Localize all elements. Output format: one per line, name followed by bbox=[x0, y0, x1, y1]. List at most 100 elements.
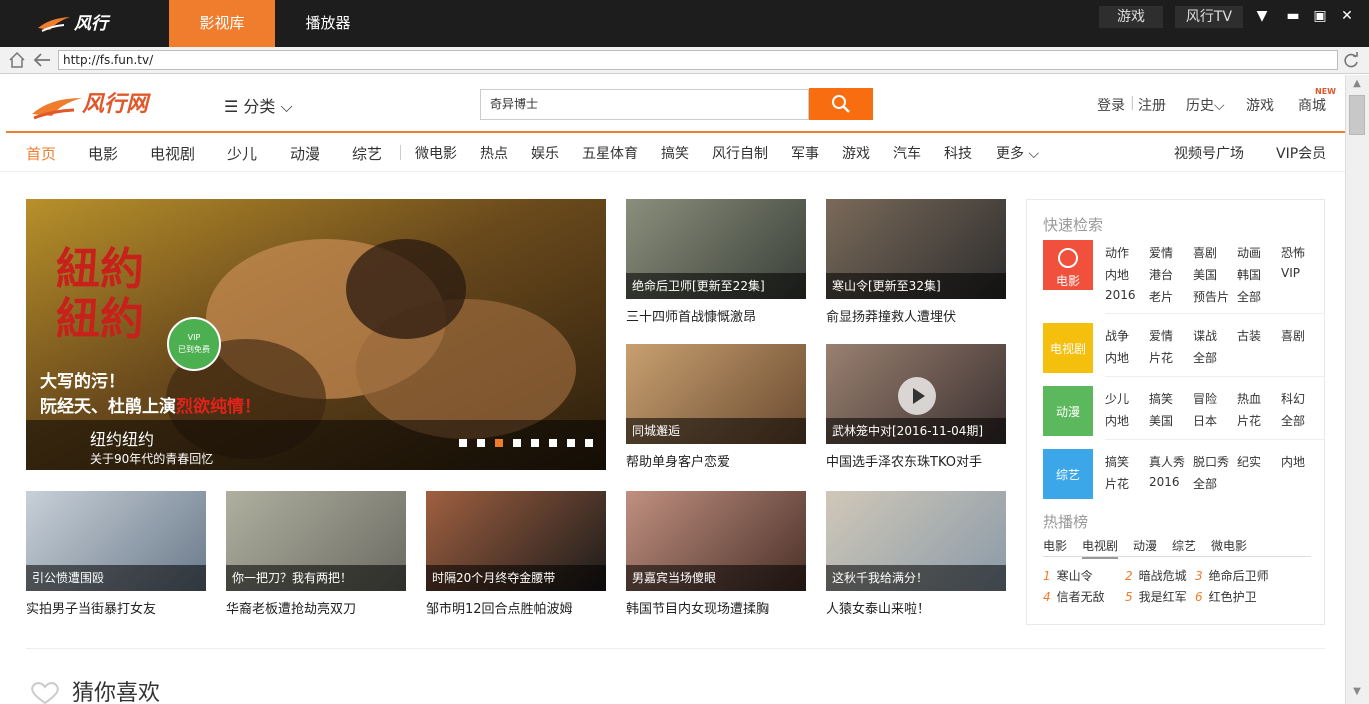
minimize-icon[interactable]: ▬ bbox=[1281, 4, 1305, 28]
hot-list-tab[interactable]: 电影 bbox=[1043, 537, 1067, 554]
video-title[interactable]: 实拍男子当街暴打女友 bbox=[26, 598, 156, 617]
quick-search-tag[interactable]: 喜剧 bbox=[1281, 327, 1305, 344]
refresh-icon[interactable] bbox=[1342, 51, 1360, 69]
nav-movie[interactable]: 电影 bbox=[88, 143, 118, 164]
video-card[interactable]: 绝命后卫师[更新至22集] 三十四师首战慷慨激昂 bbox=[626, 199, 806, 329]
close-icon[interactable]: ✕ bbox=[1335, 4, 1359, 28]
quick-search-tag[interactable]: 内地 bbox=[1281, 453, 1305, 470]
quick-search-tag[interactable]: 少儿 bbox=[1105, 390, 1129, 407]
nav-funny[interactable]: 搞笑 bbox=[661, 143, 689, 163]
video-thumbnail[interactable]: 绝命后卫师[更新至22集] bbox=[626, 199, 806, 299]
page-scrollbar[interactable]: ▲ ▼ bbox=[1345, 75, 1369, 704]
quick-search-tag[interactable]: 内地 bbox=[1105, 266, 1129, 283]
nav-variety[interactable]: 综艺 bbox=[352, 143, 382, 164]
back-arrow-icon[interactable] bbox=[32, 51, 52, 69]
hot-list-item[interactable]: 4 信者无敌 bbox=[1043, 588, 1105, 605]
video-thumbnail[interactable]: 这秋千我给满分！ bbox=[826, 491, 1006, 591]
register-link[interactable]: 注册 bbox=[1138, 95, 1166, 115]
video-thumbnail[interactable]: 武林笼中对[2016-11-04期] bbox=[826, 344, 1006, 444]
carousel-dot[interactable] bbox=[477, 439, 485, 447]
nav-military[interactable]: 军事 bbox=[791, 143, 819, 163]
quick-search-tag[interactable]: 片花 bbox=[1237, 412, 1261, 429]
quick-search-tag[interactable]: 韩国 bbox=[1237, 266, 1261, 283]
hot-list-item[interactable]: 2 暗战危城 bbox=[1125, 567, 1187, 584]
quick-search-tag[interactable]: 全部 bbox=[1193, 475, 1217, 492]
hot-list-tab[interactable]: 微电影 bbox=[1211, 537, 1247, 554]
quick-search-tag[interactable]: 搞笑 bbox=[1149, 390, 1173, 407]
quick-search-tag[interactable]: 老片 bbox=[1149, 288, 1173, 305]
play-icon[interactable] bbox=[898, 377, 936, 415]
quick-search-tag[interactable]: 2016 bbox=[1105, 288, 1136, 302]
url-input[interactable]: http://fs.fun.tv/ bbox=[58, 50, 1338, 70]
quick-search-tag[interactable]: 科幻 bbox=[1281, 390, 1305, 407]
quick-search-tag[interactable]: 2016 bbox=[1149, 475, 1180, 489]
video-title[interactable]: 俞显扬莽撞救人遭埋伏 bbox=[826, 306, 956, 325]
tab-library[interactable]: 影视库 bbox=[169, 0, 275, 47]
quick-search-tag[interactable]: 内地 bbox=[1105, 349, 1129, 366]
nav-kids[interactable]: 少儿 bbox=[227, 143, 257, 164]
hot-list-tab[interactable]: 综艺 bbox=[1172, 537, 1196, 554]
quick-search-tag[interactable]: 恐怖 bbox=[1281, 244, 1305, 261]
video-thumbnail[interactable]: 男嘉宾当场傻眼 bbox=[626, 491, 806, 591]
quick-search-tag[interactable]: 全部 bbox=[1193, 349, 1217, 366]
video-title[interactable]: 中国选手泽农东珠TKO对手 bbox=[826, 451, 982, 470]
games-link[interactable]: 游戏 bbox=[1246, 95, 1274, 115]
quick-search-tag[interactable]: 真人秀 bbox=[1149, 453, 1185, 470]
category-tile[interactable]: 电影 bbox=[1043, 240, 1093, 290]
carousel-dot[interactable] bbox=[513, 439, 521, 447]
quick-search-tag[interactable]: 内地 bbox=[1105, 412, 1129, 429]
quick-search-tag[interactable]: 爱情 bbox=[1149, 327, 1173, 344]
video-title[interactable]: 人猿女泰山来啦！ bbox=[826, 598, 930, 617]
video-card[interactable]: 同城邂逅 帮助单身客户恋爱 bbox=[626, 344, 806, 474]
nav-vip[interactable]: VIP会员 bbox=[1276, 143, 1326, 163]
nav-entertainment[interactable]: 娱乐 bbox=[531, 143, 559, 163]
nav-more[interactable]: 更多 ⌵ bbox=[996, 143, 1039, 163]
category-tile[interactable]: 电视剧 bbox=[1043, 323, 1093, 373]
video-title[interactable]: 三十四师首战慷慨激昂 bbox=[626, 306, 756, 325]
quick-search-tag[interactable]: 冒险 bbox=[1193, 390, 1217, 407]
tab-player[interactable]: 播放器 bbox=[275, 0, 381, 47]
game-button[interactable]: 游戏 bbox=[1099, 6, 1163, 28]
scroll-up-icon[interactable]: ▲ bbox=[1350, 77, 1364, 91]
nav-cars[interactable]: 汽车 bbox=[893, 143, 921, 163]
quick-search-tag[interactable]: 喜剧 bbox=[1193, 244, 1217, 261]
video-card[interactable]: 寒山令[更新至32集] 俞显扬莽撞救人遭埋伏 bbox=[826, 199, 1006, 329]
nav-hot[interactable]: 热点 bbox=[480, 143, 508, 163]
search-button[interactable] bbox=[809, 88, 873, 120]
nav-video-square[interactable]: 视频号广场 bbox=[1174, 143, 1244, 163]
hot-list-item[interactable]: 6 红色护卫 bbox=[1195, 588, 1257, 605]
hot-list-item[interactable]: 5 我是红军 bbox=[1125, 588, 1187, 605]
video-thumbnail[interactable]: 时隔20个月终夺金腰带 bbox=[426, 491, 606, 591]
quick-search-tag[interactable]: 谍战 bbox=[1193, 327, 1217, 344]
quick-search-tag[interactable]: 古装 bbox=[1237, 327, 1261, 344]
quick-search-tag[interactable]: 全部 bbox=[1237, 288, 1261, 305]
quick-search-tag[interactable]: 动画 bbox=[1237, 244, 1261, 261]
login-link[interactable]: 登录 bbox=[1097, 95, 1125, 115]
quick-search-tag[interactable]: 纪实 bbox=[1237, 453, 1261, 470]
scroll-down-icon[interactable]: ▼ bbox=[1350, 685, 1364, 699]
video-card[interactable]: 你一把刀？我有两把！ 华裔老板遭抢劫亮双刀 bbox=[226, 491, 406, 621]
site-logo[interactable]: 风行网 bbox=[30, 88, 180, 122]
carousel-dot[interactable] bbox=[531, 439, 539, 447]
quick-search-tag[interactable]: 港台 bbox=[1149, 266, 1173, 283]
category-tile[interactable]: 综艺 bbox=[1043, 449, 1093, 499]
hero-banner[interactable]: 紐約 紐約 VIP 已到免费 大写的污！ 阮经天、杜鹃上演烈欲纯情！ 纽约纽约 … bbox=[26, 199, 606, 470]
quick-search-tag[interactable]: 搞笑 bbox=[1105, 453, 1129, 470]
home-icon[interactable] bbox=[8, 51, 26, 69]
menu-dropdown-icon[interactable]: ▼ bbox=[1250, 4, 1274, 28]
nav-micro-film[interactable]: 微电影 bbox=[415, 143, 457, 163]
maximize-icon[interactable]: ▣ bbox=[1308, 4, 1332, 28]
quick-search-tag[interactable]: 美国 bbox=[1149, 412, 1173, 429]
quick-search-tag[interactable]: 预告片 bbox=[1193, 288, 1229, 305]
history-link[interactable]: 历史⌵ bbox=[1186, 95, 1225, 115]
video-thumbnail[interactable]: 同城邂逅 bbox=[626, 344, 806, 444]
carousel-dot[interactable] bbox=[567, 439, 575, 447]
nav-sports[interactable]: 五星体育 bbox=[582, 143, 638, 163]
video-thumbnail[interactable]: 寒山令[更新至32集] bbox=[826, 199, 1006, 299]
mall-link[interactable]: 商城 bbox=[1298, 95, 1326, 115]
quick-search-tag[interactable]: 片花 bbox=[1105, 475, 1129, 492]
nav-tv[interactable]: 电视剧 bbox=[150, 143, 195, 164]
quick-search-tag[interactable]: 日本 bbox=[1193, 412, 1217, 429]
quick-search-tag[interactable]: 战争 bbox=[1105, 327, 1129, 344]
quick-search-tag[interactable]: 脱口秀 bbox=[1193, 453, 1229, 470]
